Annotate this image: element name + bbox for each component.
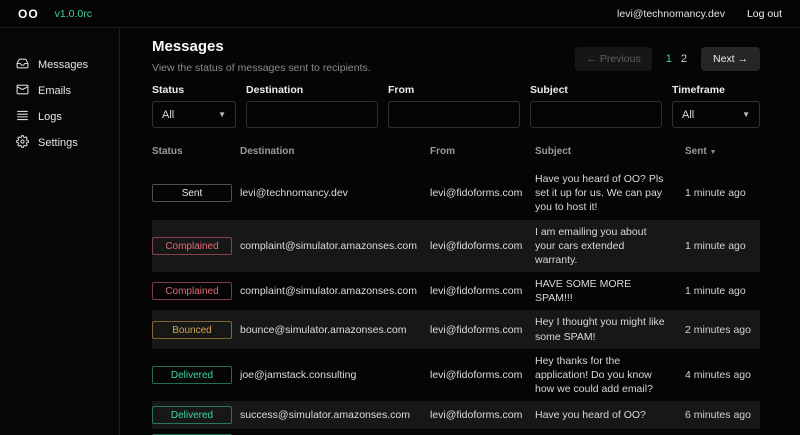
sent-cell: 1 minute ago <box>685 187 760 199</box>
destination-cell: success@simulator.amazonses.com <box>240 409 430 421</box>
destination-cell: complaint@simulator.amazonses.com <box>240 285 430 297</box>
table-row[interactable]: Complained complaint@simulator.amazonses… <box>152 220 760 273</box>
page-number-1[interactable]: 1 <box>666 53 672 65</box>
filter-timeframe: Timeframe All ▼ <box>672 84 760 128</box>
destination-cell: levi@technomancy.dev <box>240 187 430 199</box>
sent-cell: 1 minute ago <box>685 240 760 252</box>
destination-cell: bounce@simulator.amazonses.com <box>240 324 430 336</box>
table-row[interactable]: Sent levi@technomancy.dev levi@fidoforms… <box>152 167 760 220</box>
filter-subject-label: Subject <box>530 84 662 96</box>
table-header: Status Destination From Subject Sent▼ <box>152 141 760 167</box>
destination-cell: joe@jamstack.consulting <box>240 369 430 381</box>
topbar: OO v1.0.0rc levi@technomancy.dev Log out <box>0 0 800 28</box>
sidebar-item-label: Emails <box>38 85 71 97</box>
status-badge: Sent <box>152 184 232 202</box>
destination-input[interactable] <box>246 101 378 128</box>
from-cell: levi@fidoforms.com <box>430 369 535 381</box>
subject-cell: I am emailing you about your cars extend… <box>535 225 685 268</box>
sidebar-item-label: Settings <box>38 137 78 149</box>
column-header-subject: Subject <box>535 146 685 157</box>
sent-cell: 1 minute ago <box>685 285 760 297</box>
status-badge: Bounced <box>152 321 232 339</box>
from-cell: levi@fidoforms.com <box>430 285 535 297</box>
table-row[interactable]: Delivered joe@jamstack.consulting levi@f… <box>152 349 760 402</box>
sort-desc-icon: ▼ <box>710 149 717 156</box>
status-badge: Complained <box>152 237 232 255</box>
sidebar-item-settings[interactable]: Settings <box>0 130 119 156</box>
subject-cell: HAVE SOME MORE SPAM!!! <box>535 277 685 305</box>
subject-cell: Have you heard of OO? Pls set it up for … <box>535 172 685 215</box>
timeframe-select-value: All <box>682 109 694 121</box>
inbox-icon <box>16 57 29 73</box>
main-content: Messages View the status of messages sen… <box>120 28 800 435</box>
from-cell: levi@fidoforms.com <box>430 187 535 199</box>
column-header-from: From <box>430 146 535 157</box>
gear-icon <box>16 135 29 151</box>
sent-cell: 4 minutes ago <box>685 369 760 381</box>
app-logo: OO <box>18 7 39 21</box>
page-title: Messages <box>152 38 371 55</box>
topbar-right: levi@technomancy.dev Log out <box>617 8 782 20</box>
timeframe-select[interactable]: All ▼ <box>672 101 760 128</box>
next-page-button[interactable]: Next → <box>701 47 760 71</box>
pagination: ← Previous 1 2 Next → <box>575 47 760 71</box>
page-subtitle: View the status of messages sent to reci… <box>152 62 371 74</box>
filter-from-label: From <box>388 84 520 96</box>
table-row[interactable]: Bounced bounce@simulator.amazonses.com l… <box>152 310 760 348</box>
from-cell: levi@fidoforms.com <box>430 409 535 421</box>
filters-bar: Status All ▼ Destination From Subject Ti… <box>152 84 760 128</box>
column-header-sent[interactable]: Sent▼ <box>685 146 760 157</box>
sent-cell: 6 minutes ago <box>685 409 760 421</box>
subject-cell: Hey thanks for the application! Do you k… <box>535 354 685 397</box>
destination-cell: complaint@simulator.amazonses.com <box>240 240 430 252</box>
filter-from: From <box>388 84 520 128</box>
from-input[interactable] <box>388 101 520 128</box>
page-number-2[interactable]: 2 <box>681 53 687 65</box>
status-badge: Delivered <box>152 366 232 384</box>
filter-destination-label: Destination <box>246 84 378 96</box>
filter-subject: Subject <box>530 84 662 128</box>
messages-table: Status Destination From Subject Sent▼ Se… <box>152 141 760 435</box>
sidebar: Messages Emails Logs Settings <box>0 28 120 435</box>
status-badge: Complained <box>152 282 232 300</box>
column-header-destination: Destination <box>240 146 430 157</box>
logs-icon <box>16 109 29 125</box>
table-row[interactable]: Delivered success@simulator.amazonses.co… <box>152 429 760 435</box>
filter-status-label: Status <box>152 84 236 96</box>
filter-status: Status All ▼ <box>152 84 236 128</box>
sent-cell: 2 minutes ago <box>685 324 760 336</box>
sidebar-item-messages[interactable]: Messages <box>0 52 119 78</box>
page-header: Messages View the status of messages sen… <box>152 38 371 74</box>
filter-destination: Destination <box>246 84 378 128</box>
status-select[interactable]: All ▼ <box>152 101 236 128</box>
table-row[interactable]: Complained complaint@simulator.amazonses… <box>152 272 760 310</box>
previous-page-button[interactable]: ← Previous <box>575 47 651 71</box>
sidebar-item-label: Logs <box>38 111 62 123</box>
subject-cell: Hey I thought you might like some SPAM! <box>535 315 685 343</box>
sidebar-item-label: Messages <box>38 59 88 71</box>
status-select-value: All <box>162 109 174 121</box>
envelope-icon <box>16 83 29 99</box>
filter-timeframe-label: Timeframe <box>672 84 760 96</box>
table-row[interactable]: Delivered success@simulator.amazonses.co… <box>152 401 760 429</box>
logout-link[interactable]: Log out <box>747 8 782 20</box>
status-badge: Delivered <box>152 406 232 424</box>
version-badge: v1.0.0rc <box>55 8 92 20</box>
sidebar-item-logs[interactable]: Logs <box>0 104 119 130</box>
page-numbers: 1 2 <box>666 53 687 65</box>
subject-cell: Have you heard of OO? <box>535 408 685 422</box>
sidebar-item-emails[interactable]: Emails <box>0 78 119 104</box>
subject-input[interactable] <box>530 101 662 128</box>
column-header-status: Status <box>152 146 240 157</box>
user-email: levi@technomancy.dev <box>617 8 725 20</box>
from-cell: levi@fidoforms.com <box>430 324 535 336</box>
chevron-down-icon: ▼ <box>218 110 226 119</box>
table-body: Sent levi@technomancy.dev levi@fidoforms… <box>152 167 760 435</box>
chevron-down-icon: ▼ <box>742 110 750 119</box>
from-cell: levi@fidoforms.com <box>430 240 535 252</box>
